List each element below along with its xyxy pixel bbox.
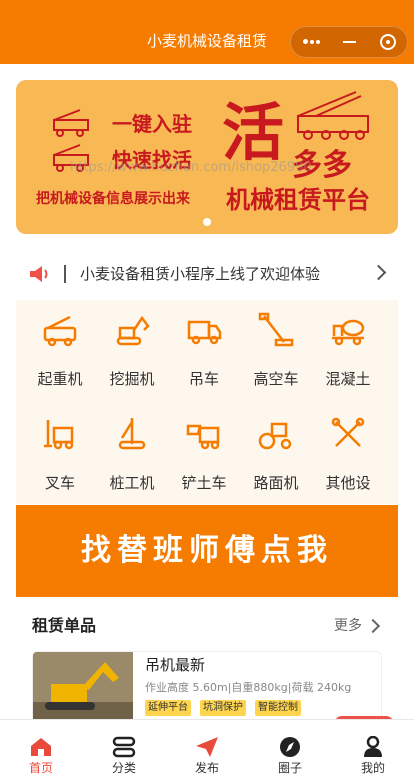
tab-label: 分类 (111, 761, 136, 775)
product-image (33, 652, 133, 719)
forklift-icon (44, 420, 74, 450)
category-label: 起重机 (37, 370, 83, 388)
category-label: 铲土车 (181, 474, 227, 492)
tab-mine[interactable]: 我的 (332, 720, 414, 780)
close-icon[interactable] (369, 27, 408, 57)
product-tag: 智能控制 (255, 700, 301, 716)
category-label: 吊车 (188, 370, 219, 388)
notice-text: 小麦设备租赁小程序上线了欢迎体验 (80, 265, 321, 283)
promo-text: 找替班师傅点我 (81, 533, 333, 568)
banner-duoduo: 多多 (292, 148, 352, 183)
mini-program-capsule (290, 26, 408, 58)
rental-section: 租赁单品 更多 吊机最新 作业高度 5.60m|自重880kg|荷载 240kg… (16, 599, 398, 719)
section-title: 租赁单品 (32, 616, 97, 635)
chevron-right-icon[interactable] (365, 618, 381, 634)
banner-line-1: 一键入驻 (112, 112, 192, 136)
tools-icon (331, 417, 365, 447)
category-label: 桩工机 (109, 474, 155, 492)
tab-publish[interactable]: 发布 (166, 720, 248, 780)
category-pile-driver[interactable]: 桩工机 (94, 404, 170, 500)
nav-bar: 小麦机械设备租赁 (0, 0, 414, 64)
category-label: 高空车 (253, 370, 299, 388)
truck-icon (187, 320, 222, 345)
category-concrete[interactable]: 混凝土 (310, 300, 386, 396)
pile-driver-icon (118, 418, 146, 450)
banner-line-3: 把机械设备信息展示出来 (36, 191, 190, 207)
category-label: 路面机 (253, 474, 299, 492)
banner-carousel[interactable]: 一键入驻 快速找活 把机械设备信息展示出来 活 多多 机械租赁平台 (16, 80, 398, 234)
chevron-right-icon (370, 264, 387, 281)
send-icon (196, 737, 218, 757)
category-excavator[interactable]: 挖掘机 (94, 300, 170, 396)
category-label: 叉车 (44, 474, 75, 492)
category-grid: 起重机 挖掘机 吊车 高空车 混凝土 叉车 桩工机 铲土车 路面机 其他设 (16, 300, 398, 504)
product-tag: 坑洞保护 (200, 700, 246, 716)
product-name: 吊机最新 (145, 656, 206, 674)
megaphone-icon (30, 266, 48, 282)
product-tag: 延伸平台 (145, 700, 191, 716)
category-crane[interactable]: 起重机 (22, 300, 98, 396)
tab-bar: 首页 分类 发布 圈子 我的 (0, 719, 414, 780)
banner-big-char: 活 (222, 96, 285, 169)
loader-icon (186, 424, 220, 450)
product-card[interactable]: 吊机最新 作业高度 5.60m|自重880kg|荷载 240kg 延伸平台 坑洞… (32, 651, 382, 719)
home-page: 一键入驻 快速找活 把机械设备信息展示出来 活 多多 机械租赁平台 小麦设备租赁… (0, 64, 414, 719)
tab-label: 我的 (360, 761, 385, 775)
crane-truck-icon (43, 315, 77, 347)
tab-label: 发布 (194, 761, 219, 775)
carousel-indicator[interactable] (203, 218, 211, 226)
tab-label: 首页 (28, 761, 53, 775)
banner-line-2: 快速找活 (112, 148, 192, 172)
excavator-icon (116, 315, 150, 346)
category-forklift[interactable]: 叉车 (22, 404, 98, 500)
category-truck[interactable]: 吊车 (166, 300, 242, 396)
compass-icon (280, 737, 300, 757)
category-icon (112, 736, 136, 758)
notice-divider (64, 265, 66, 283)
find-master-banner[interactable]: 找替班师傅点我 (16, 505, 398, 597)
category-label: 混凝土 (325, 370, 371, 388)
category-label: 挖掘机 (109, 370, 155, 388)
tab-label: 圈子 (277, 761, 302, 775)
home-icon (31, 738, 51, 756)
user-icon (364, 736, 382, 757)
aerial-lift-icon (258, 312, 294, 347)
product-specs: 作业高度 5.60m|自重880kg|荷载 240kg (145, 681, 352, 694)
tab-category[interactable]: 分类 (83, 720, 165, 780)
concrete-mixer-icon (332, 319, 365, 346)
tab-home[interactable]: 首页 (0, 720, 82, 780)
category-road-machine[interactable]: 路面机 (238, 404, 314, 500)
minimize-icon[interactable] (330, 27, 369, 57)
more-link[interactable]: 更多 (334, 616, 362, 636)
more-menu-icon[interactable] (291, 27, 330, 57)
tab-circle[interactable]: 圈子 (249, 720, 331, 780)
banner-platform: 机械租赁平台 (226, 186, 370, 214)
category-label: 其他设 (325, 474, 371, 492)
road-roller-icon (258, 422, 292, 450)
notice-bar[interactable]: 小麦设备租赁小程序上线了欢迎体验 (16, 251, 398, 297)
category-other[interactable]: 其他设 (310, 404, 386, 500)
category-aerial[interactable]: 高空车 (238, 300, 314, 396)
category-loader[interactable]: 铲土车 (166, 404, 242, 500)
